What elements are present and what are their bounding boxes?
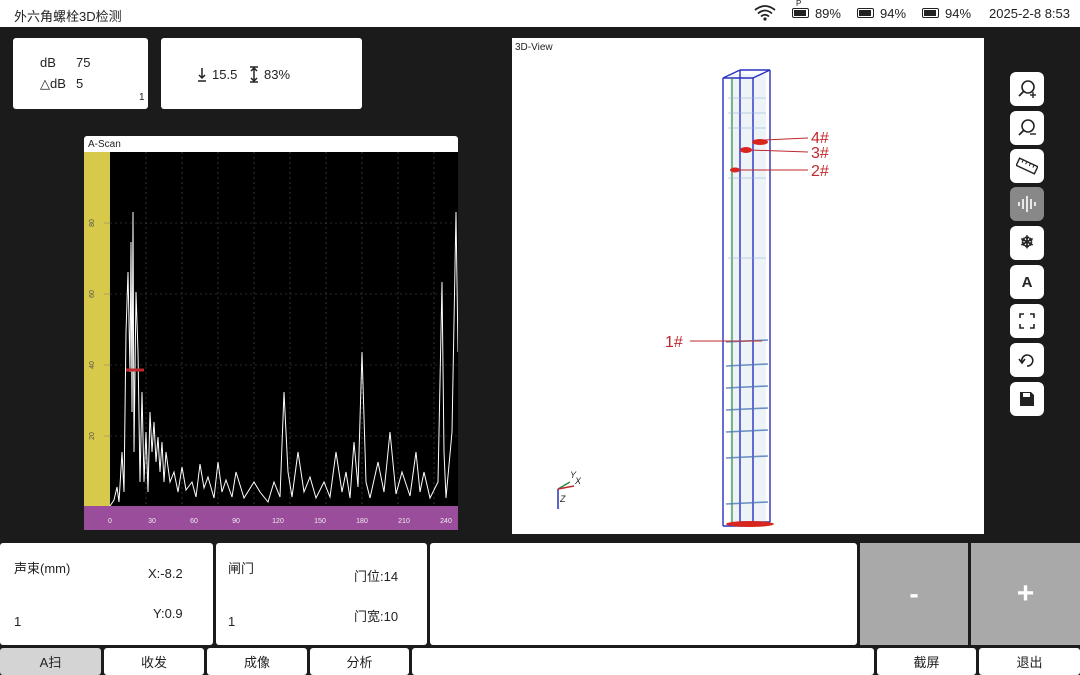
zoom-in-icon — [1018, 80, 1036, 98]
battery-icon — [922, 8, 940, 18]
wifi-icon — [754, 5, 776, 21]
beam-panel[interactable]: 声束(mm) X:-8.2 Y:0.9 1 — [0, 543, 213, 645]
zoom-out-button[interactable] — [1010, 111, 1044, 145]
tab-analysis-label: 分析 — [346, 655, 373, 670]
fullscreen-button[interactable] — [1010, 304, 1044, 338]
zoom-in-button[interactable] — [1010, 72, 1044, 106]
marker-3-label: 3# — [811, 145, 829, 162]
view3d-canvas[interactable]: 4# 3# 2# 1# Y X Z — [512, 38, 984, 534]
tab-txrx-label: 收发 — [140, 655, 167, 670]
depth-value: 15.5 — [212, 67, 238, 82]
x-tick-label: 240 — [440, 518, 452, 525]
y-tick-label: 60 — [89, 290, 96, 298]
ascan-title: A-Scan — [88, 139, 121, 150]
ascan-panel: A-Scan 80 60 40 20 0 30 60 90 120 150 18… — [84, 136, 458, 530]
bottom-echo — [726, 521, 774, 527]
amplitude-arrow-icon — [250, 66, 258, 83]
x-tick-label: 150 — [314, 518, 326, 525]
amplitude-value: 83% — [264, 67, 291, 82]
zoom-out-icon — [1018, 119, 1036, 136]
measure-panel: 15.5 83% — [161, 38, 362, 109]
rotate-icon — [1018, 354, 1034, 367]
marker-1-label: 1# — [665, 334, 683, 351]
tab-txrx[interactable]: 收发 — [104, 648, 204, 675]
axes-gizmo: Y X Z — [557, 470, 582, 509]
tab-imaging-label: 成像 — [243, 655, 270, 670]
delta-db-label: △dB — [40, 76, 66, 91]
battery-p-level: 89% — [814, 5, 841, 21]
decrement-button[interactable]: - — [860, 543, 968, 645]
x-tick-label: 0 — [108, 518, 112, 525]
ruler-button[interactable] — [1010, 149, 1044, 183]
x-tick-label: 210 — [398, 518, 410, 525]
reset-button[interactable] — [1010, 343, 1044, 377]
axis-z-label: Z — [559, 494, 566, 504]
gate-value[interactable]: 1 — [228, 614, 235, 629]
axis-x-label: X — [574, 476, 582, 486]
gate-position: 门位:14 — [354, 569, 399, 584]
exit-label: 退出 — [1016, 655, 1043, 670]
info-panel — [430, 543, 857, 645]
ascan-plot[interactable]: 80 60 40 20 0 30 60 90 120 150 180 210 2… — [84, 152, 458, 530]
gain-index: 1 — [139, 92, 145, 103]
a-mode-button[interactable]: A — [1010, 265, 1044, 299]
increment-button[interactable]: + — [971, 543, 1080, 645]
beam-value[interactable]: 1 — [14, 614, 21, 629]
gate-panel[interactable]: 闸门 门位:14 门宽:10 1 — [216, 543, 427, 645]
depth-arrow-icon — [198, 68, 206, 82]
y-tick-label: 80 — [89, 219, 96, 227]
tab-ascan-label: A扫 — [39, 655, 62, 670]
battery-3-level: 94% — [945, 5, 972, 21]
delta-db-value[interactable]: 5 — [76, 76, 83, 91]
freeze-button[interactable]: ❄ — [1010, 226, 1044, 260]
battery-p-icon — [791, 0, 809, 18]
tab-analysis[interactable]: 分析 — [310, 648, 409, 675]
datetime: 2025-2-8 8:53 — [989, 5, 1070, 21]
waveform-button[interactable] — [1010, 187, 1044, 221]
save-icon — [1020, 392, 1034, 406]
view3d-panel[interactable]: 3D-View 4# 3# 2# 1# Y X Z — [512, 38, 984, 534]
fullscreen-icon — [1019, 313, 1035, 329]
db-label: dB — [40, 55, 56, 70]
battery-2-level: 94% — [879, 5, 907, 21]
gate-width: 门宽:10 — [354, 609, 399, 624]
snowflake-icon: ❄ — [1019, 233, 1035, 252]
gate-title: 闸门 — [228, 561, 255, 576]
beam-title: 声束(mm) — [14, 561, 71, 576]
plus-label: + — [1016, 577, 1035, 610]
gain-panel[interactable]: dB 75 △dB 5 1 — [13, 38, 148, 109]
tab-imaging[interactable]: 成像 — [207, 648, 307, 675]
minus-label: - — [909, 578, 919, 609]
beam-y: Y:0.9 — [153, 606, 183, 621]
screenshot-label: 截屏 — [913, 655, 940, 670]
x-tick-label: 60 — [190, 518, 198, 525]
y-tick-label: 20 — [89, 432, 96, 440]
waveform-icon — [1018, 196, 1036, 212]
a-mode-label: A — [1021, 273, 1033, 291]
battery-icon — [856, 8, 874, 18]
x-tick-label: 120 — [272, 518, 284, 525]
tab-empty — [412, 648, 874, 675]
db-value[interactable]: 75 — [76, 55, 90, 70]
save-button[interactable] — [1010, 382, 1044, 416]
ruler-icon — [1016, 157, 1038, 175]
screenshot-button[interactable]: 截屏 — [877, 648, 976, 675]
tab-ascan[interactable]: A扫 — [0, 648, 101, 675]
beam-x: X:-8.2 — [148, 566, 183, 581]
status-bar: 外六角螺栓3D检测 89% 94% 94% 2025-2-8 8:53 — [0, 0, 1080, 27]
marker-2-label: 2# — [811, 163, 829, 180]
x-tick-label: 180 — [356, 518, 368, 525]
x-tick-label: 30 — [148, 518, 156, 525]
app-title: 外六角螺栓3D检测 — [14, 9, 122, 24]
exit-button[interactable]: 退出 — [979, 648, 1080, 675]
x-tick-label: 90 — [232, 518, 240, 525]
y-tick-label: 40 — [89, 361, 96, 369]
